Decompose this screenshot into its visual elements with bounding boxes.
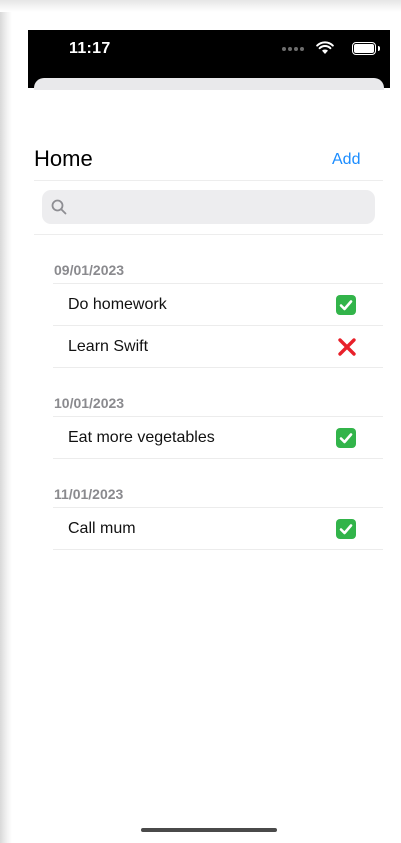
row-divider	[53, 458, 383, 459]
item-title: Eat more vegetables	[68, 429, 215, 446]
status-icons	[258, 41, 380, 56]
search-field[interactable]	[42, 190, 375, 224]
row-divider	[53, 549, 383, 550]
check-icon	[336, 295, 356, 315]
section-date: 09/01/2023	[54, 262, 125, 278]
check-icon	[336, 428, 356, 448]
search-divider	[34, 234, 383, 235]
item-title: Learn Swift	[68, 338, 149, 355]
check-icon	[336, 519, 356, 539]
nav-divider	[34, 180, 383, 181]
top-shadow	[0, 0, 401, 12]
section-date: 11/01/2023	[54, 486, 124, 502]
list-item[interactable]: Learn Swift	[53, 325, 383, 367]
sheet-background	[34, 78, 384, 90]
status-time: 11:17	[69, 40, 111, 57]
signal-icon	[282, 47, 304, 51]
battery-icon	[352, 42, 380, 55]
left-shadow	[0, 0, 12, 843]
list-item[interactable]: Eat more vegetables	[53, 416, 383, 458]
search-icon	[51, 199, 67, 215]
page-title: Home	[34, 146, 93, 171]
cross-icon	[338, 338, 356, 356]
list-item[interactable]: Call mum	[53, 507, 383, 549]
home-indicator[interactable]	[141, 828, 277, 832]
app-screen: 11:17 Home Add 09/01/2023 Do homework Le…	[0, 0, 401, 843]
section-date: 10/01/2023	[54, 395, 125, 411]
add-button[interactable]: Add	[332, 151, 360, 169]
row-divider	[53, 367, 383, 368]
list-item[interactable]: Do homework	[53, 283, 383, 325]
item-title: Do homework	[68, 296, 167, 313]
item-title: Call mum	[68, 520, 136, 537]
wifi-icon	[316, 41, 334, 54]
